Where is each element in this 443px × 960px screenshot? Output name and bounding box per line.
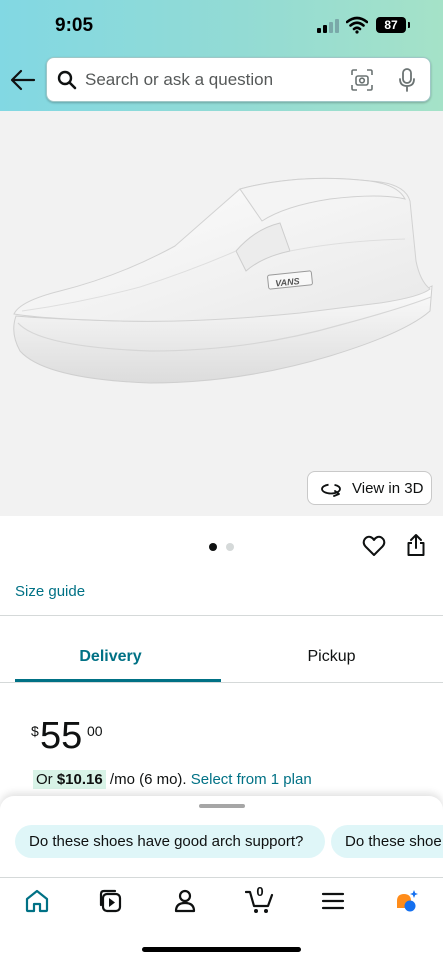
signal-icon xyxy=(317,19,339,33)
product-image: VANS xyxy=(13,177,433,384)
bottom-navigation: 0 xyxy=(0,877,443,960)
select-plan-link[interactable]: Select from 1 plan xyxy=(191,771,312,788)
cart-count: 0 xyxy=(256,884,264,899)
installment-amount: $10.16 xyxy=(56,771,103,788)
battery-icon: 87 xyxy=(376,17,410,33)
divider xyxy=(0,615,443,616)
rufus-icon[interactable] xyxy=(393,888,419,914)
heart-icon[interactable] xyxy=(362,535,386,557)
suggestion-sheet: Do these shoes have good arch support? D… xyxy=(0,796,443,877)
tab-delivery[interactable]: Delivery xyxy=(0,648,221,666)
installment-term: /mo (6 mo). xyxy=(109,771,187,788)
camera-icon[interactable] xyxy=(351,69,373,91)
account-icon[interactable] xyxy=(172,888,198,914)
rotate-3d-icon xyxy=(321,483,341,497)
view-in-3d-button[interactable]: View in 3D xyxy=(307,471,432,505)
price-symbol: $ xyxy=(31,723,39,739)
share-icon[interactable] xyxy=(406,533,426,557)
menu-icon[interactable] xyxy=(320,888,346,914)
suggestion-chip[interactable]: Do these shoe xyxy=(331,825,443,858)
installment-highlight: Or $10.16 xyxy=(33,770,106,789)
cart-button[interactable]: 0 xyxy=(245,884,275,914)
sheet-drag-handle[interactable] xyxy=(199,804,245,808)
home-indicator xyxy=(142,947,301,952)
view-in-3d-label: View in 3D xyxy=(352,480,424,497)
inspire-icon[interactable] xyxy=(98,888,124,914)
product-image-area[interactable]: VANS xyxy=(0,111,443,516)
suggestion-chip[interactable]: Do these shoes have good arch support? xyxy=(15,825,325,858)
price-whole: 55 xyxy=(40,715,83,757)
search-icon xyxy=(57,70,77,90)
search-bar[interactable] xyxy=(46,57,431,102)
status-time: 9:05 xyxy=(55,15,94,36)
mic-icon[interactable] xyxy=(398,68,416,92)
divider xyxy=(0,682,443,683)
wifi-icon xyxy=(346,16,368,34)
back-arrow-icon[interactable] xyxy=(10,68,36,92)
carousel-dot xyxy=(226,543,234,551)
carousel-indicator xyxy=(209,543,235,551)
tab-pickup[interactable]: Pickup xyxy=(221,648,442,666)
installment-prefix: Or xyxy=(36,771,53,788)
installment-offer: Or $10.16 /mo (6 mo). Select from 1 plan xyxy=(33,770,312,789)
home-icon[interactable] xyxy=(24,888,50,914)
search-input[interactable] xyxy=(85,58,340,101)
header: 9:05 87 xyxy=(0,0,443,111)
size-guide-link[interactable]: Size guide xyxy=(15,583,85,600)
price-fraction: 00 xyxy=(87,723,103,739)
carousel-dot-active xyxy=(209,543,217,551)
